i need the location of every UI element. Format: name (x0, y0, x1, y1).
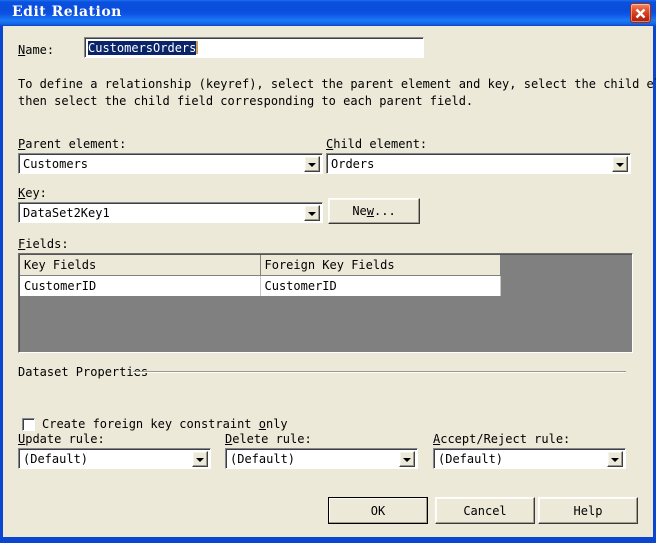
chevron-down-icon[interactable] (192, 451, 208, 467)
delete-rule-combo[interactable]: (Default) (225, 448, 418, 469)
title-bar[interactable]: Edit Relation (0, 0, 656, 26)
cancel-button-label: Cancel (463, 503, 507, 518)
cell-key-field[interactable]: CustomerID (20, 275, 261, 297)
description-line-1: To define a relationship (keyref), selec… (18, 77, 656, 91)
chevron-down-icon[interactable] (612, 156, 628, 172)
child-element-value: Orders (331, 157, 375, 171)
help-button-label: Help (573, 503, 603, 518)
dialog-client-area: Name: CustomersOrders To define a relati… (3, 26, 656, 537)
chevron-down-glyph (616, 163, 624, 167)
chevron-down-icon[interactable] (399, 451, 415, 467)
foreign-key-constraint-checkbox-row[interactable]: Create foreign key constraint only (22, 417, 322, 433)
description-line-2: then select the child field correspondin… (18, 94, 474, 108)
parent-element-combo[interactable]: Customers (18, 153, 323, 174)
help-button[interactable]: Help (538, 497, 638, 524)
name-input-selection: CustomersOrders (88, 41, 197, 55)
key-label: Key: (18, 186, 47, 200)
update-rule-value: (Default) (23, 452, 89, 466)
delete-rule-label: Delete rule: (225, 432, 312, 446)
table-header-row: Key Fields Foreign Key Fields (20, 255, 501, 276)
fields-grid[interactable]: Key Fields Foreign Key Fields CustomerID… (18, 253, 633, 353)
parent-element-label: Parent element: (18, 137, 127, 151)
column-header-key-fields[interactable]: Key Fields (20, 255, 261, 276)
name-input[interactable]: CustomersOrders (84, 37, 424, 58)
name-input-value: CustomersOrders (88, 41, 199, 55)
cancel-button[interactable]: Cancel (435, 497, 535, 524)
update-rule-combo[interactable]: (Default) (18, 448, 211, 469)
foreign-key-constraint-checkbox[interactable] (22, 418, 35, 431)
group-separator (133, 371, 626, 373)
chevron-down-glyph (611, 458, 619, 462)
child-element-label: Child element: (326, 137, 428, 151)
chevron-down-glyph (196, 458, 204, 462)
key-combo[interactable]: DataSet2Key1 (18, 202, 323, 223)
new-key-button[interactable]: New... (328, 198, 420, 224)
new-key-button-label: New... (352, 204, 396, 218)
edit-relation-dialog: Edit Relation Name: CustomersOrders To d… (0, 0, 656, 543)
text-caret (196, 41, 199, 54)
table-row[interactable]: CustomerID CustomerID (20, 275, 501, 297)
accept-reject-rule-combo[interactable]: (Default) (433, 448, 626, 469)
chevron-down-icon[interactable] (304, 156, 320, 172)
cell-foreign-key-field[interactable]: CustomerID (260, 275, 501, 297)
chevron-down-glyph (403, 458, 411, 462)
ok-button-label: OK (370, 503, 386, 518)
chevron-down-icon[interactable] (304, 205, 320, 221)
fields-label: Fields: (18, 237, 69, 251)
chevron-down-glyph (308, 163, 316, 167)
column-header-foreign-key-fields[interactable]: Foreign Key Fields (260, 255, 501, 276)
key-value: DataSet2Key1 (23, 206, 110, 220)
accept-reject-rule-value: (Default) (438, 452, 504, 466)
update-rule-label: Update rule: (18, 432, 105, 446)
dataset-properties-group-label: Dataset Properties (18, 365, 149, 379)
fields-table: Key Fields Foreign Key Fields CustomerID… (20, 255, 501, 297)
parent-element-value: Customers (23, 157, 89, 171)
chevron-down-icon[interactable] (607, 451, 623, 467)
delete-rule-value: (Default) (230, 452, 296, 466)
chevron-down-glyph (308, 212, 316, 216)
foreign-key-constraint-label: Create foreign key constraint only (42, 417, 288, 431)
name-label: Name: (18, 43, 55, 57)
accept-reject-rule-label: Accept/Reject rule: (433, 432, 571, 446)
window-title: Edit Relation (12, 4, 122, 20)
ok-button[interactable]: OK (328, 497, 428, 524)
close-glyph (635, 8, 646, 19)
child-element-combo[interactable]: Orders (326, 153, 631, 174)
close-icon[interactable] (630, 3, 651, 23)
